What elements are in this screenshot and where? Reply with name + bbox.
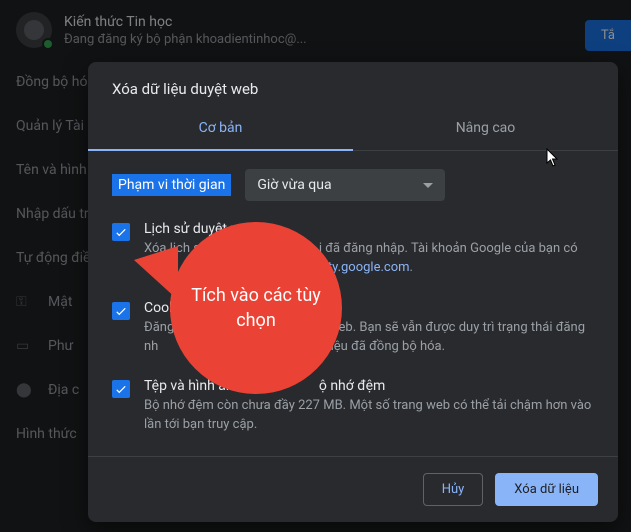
- time-range-select[interactable]: Giờ vừa qua: [245, 169, 445, 201]
- tab-bar: Cơ bản Nâng cao: [88, 106, 618, 151]
- checkbox-cookies[interactable]: [112, 302, 130, 320]
- cursor-icon: [546, 148, 560, 168]
- time-range-value: Giờ vừa qua: [257, 177, 331, 193]
- annotation-callout: Tích vào các tùy chọn: [170, 222, 342, 394]
- confirm-button[interactable]: Xóa dữ liệu: [495, 473, 598, 506]
- check-icon: [114, 225, 128, 239]
- tab-advanced[interactable]: Nâng cao: [353, 106, 618, 150]
- cancel-button[interactable]: Hủy: [423, 473, 484, 506]
- time-range-label: Phạm vi thời gian: [112, 174, 231, 196]
- tab-basic[interactable]: Cơ bản: [88, 106, 353, 150]
- option-desc: Bộ nhớ đệm còn chưa đầy 227 MB. Một số t…: [144, 397, 594, 435]
- chevron-down-icon: [423, 183, 433, 188]
- checkbox-history[interactable]: [112, 223, 130, 241]
- check-icon: [114, 382, 128, 396]
- dialog-title: Xóa dữ liệu duyệt web: [88, 62, 618, 106]
- check-icon: [114, 304, 128, 318]
- checkbox-cache[interactable]: [112, 380, 130, 398]
- option-cache: Tệp và hình ảnh được ộ nhớ đệm Bộ nhớ đệ…: [112, 378, 594, 435]
